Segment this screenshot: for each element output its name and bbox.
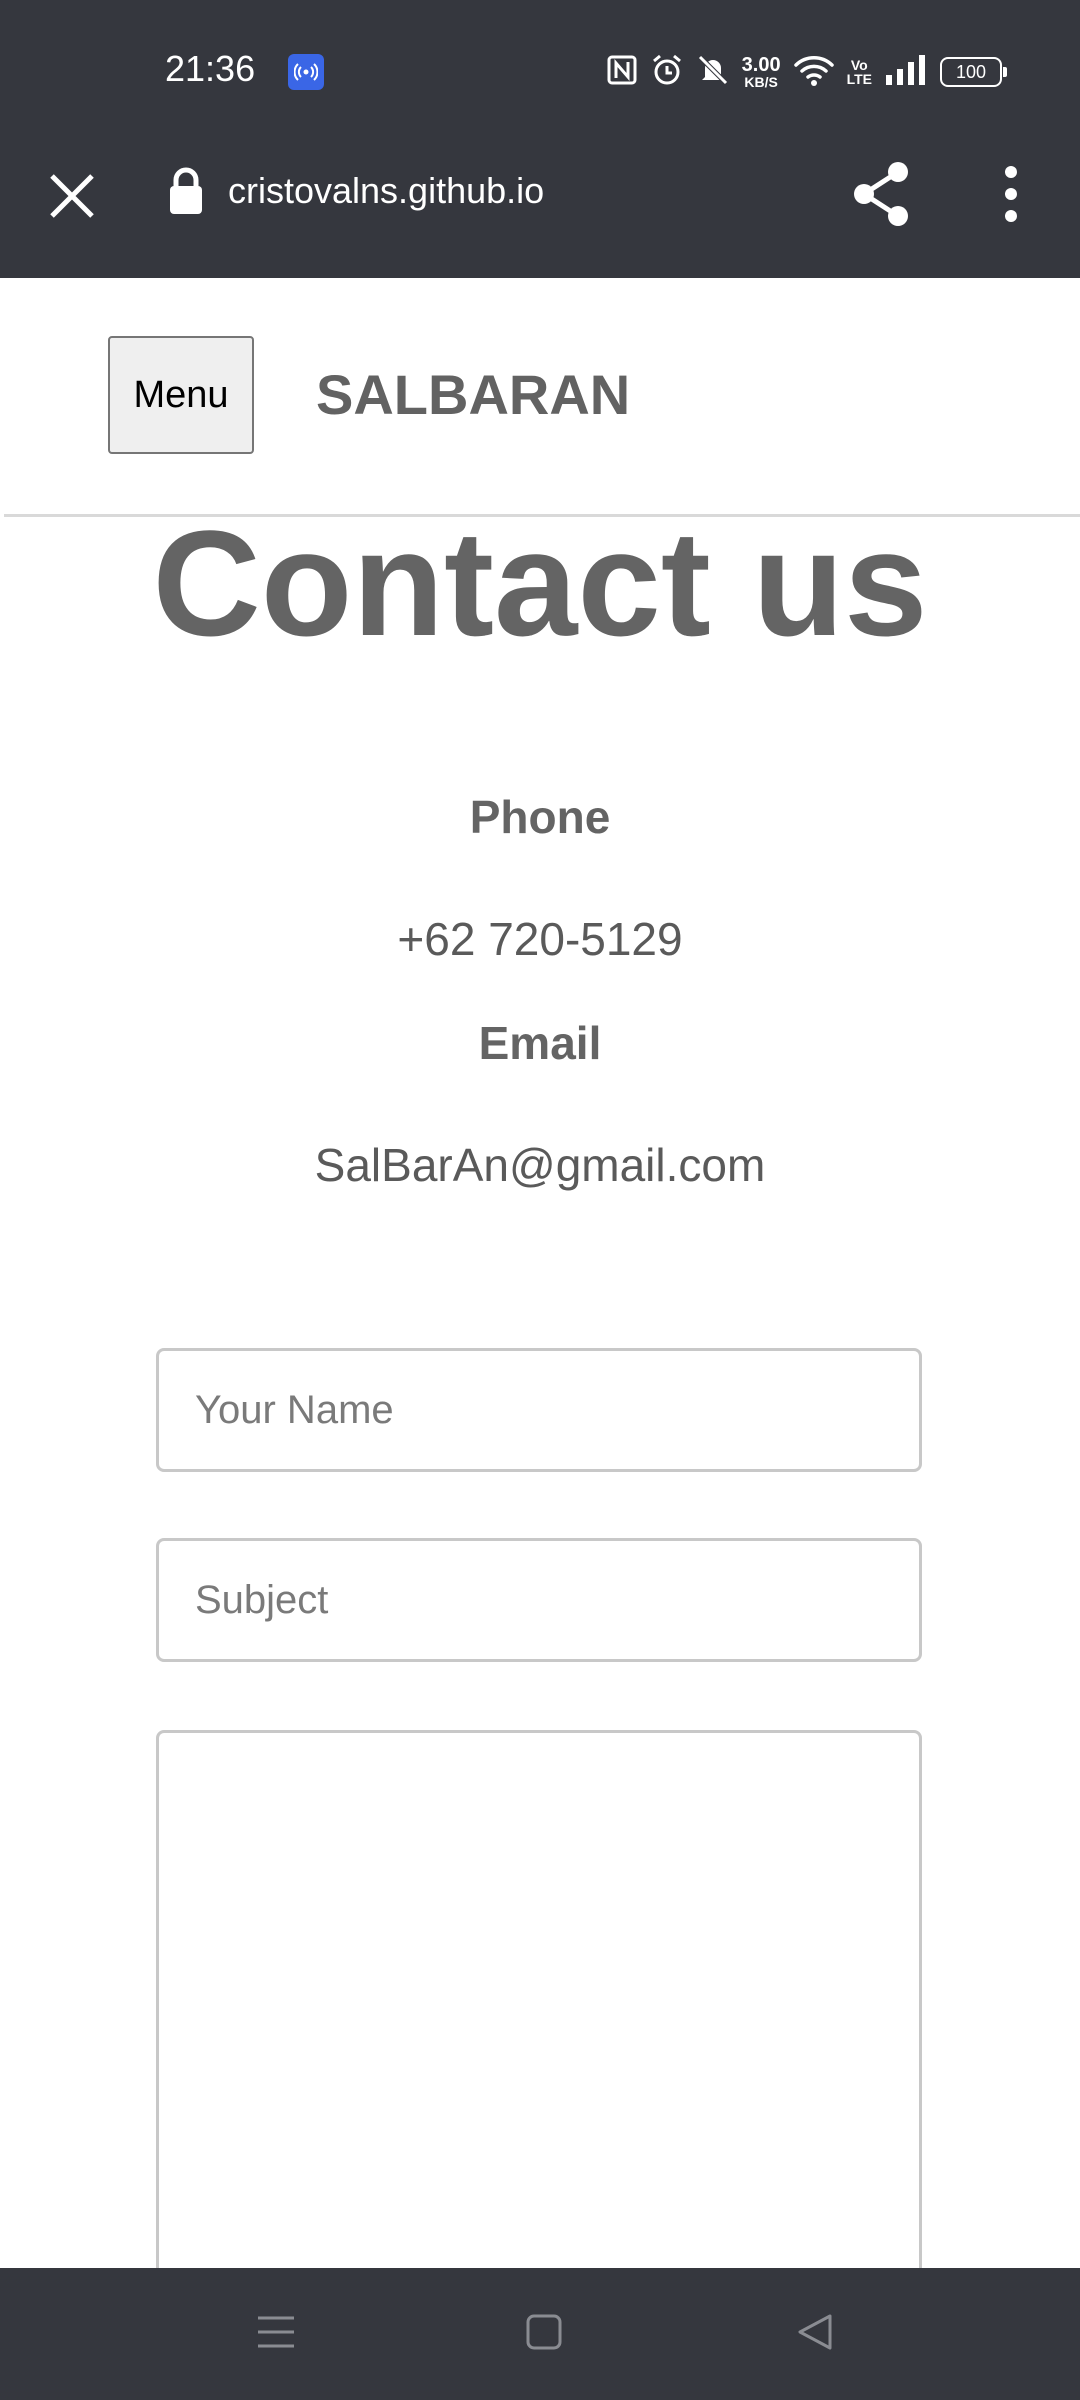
- url-display[interactable]: cristovalns.github.io: [228, 170, 544, 212]
- wifi-icon: [793, 53, 835, 92]
- page-title: Contact us: [152, 499, 928, 667]
- status-bar: 21:36 3.00 KB/S Vo LTE 100: [0, 0, 1080, 140]
- signal-icon: [884, 54, 928, 90]
- hotspot-icon: [288, 54, 324, 90]
- email-value: SalBarAn@gmail.com: [314, 1139, 766, 1191]
- more-vert-icon[interactable]: [996, 164, 1026, 229]
- phone-value: +62 720-5129: [397, 913, 683, 965]
- message-textarea[interactable]: [156, 1730, 922, 2290]
- home-icon[interactable]: [526, 2314, 562, 2355]
- back-icon[interactable]: [796, 2312, 836, 2357]
- subject-input[interactable]: [156, 1538, 922, 1662]
- nfc-icon: [606, 54, 638, 91]
- phone-label: Phone: [469, 791, 611, 843]
- share-icon[interactable]: [852, 160, 912, 233]
- browser-toolbar: cristovalns.github.io: [0, 140, 1080, 278]
- close-icon[interactable]: [44, 168, 100, 224]
- volte-icon: Vo LTE: [846, 57, 872, 87]
- lock-icon: [168, 166, 204, 221]
- alarm-icon: [650, 53, 684, 92]
- status-time: 21:36: [165, 48, 256, 89]
- email-label: Email: [478, 1017, 602, 1069]
- recents-icon[interactable]: [256, 2312, 296, 2357]
- menu-button[interactable]: Menu: [108, 336, 254, 454]
- net-speed: 3.00 KB/S: [741, 54, 781, 90]
- site-brand[interactable]: SALBARAN: [316, 362, 630, 427]
- system-nav-bar: [0, 2268, 1080, 2400]
- site-header: Menu SALBARAN: [0, 278, 1080, 517]
- mute-icon: [696, 53, 730, 92]
- name-input[interactable]: [156, 1348, 922, 1472]
- battery-icon: 100: [940, 57, 1007, 87]
- status-icons: 3.00 KB/S Vo LTE 100: [606, 48, 1007, 96]
